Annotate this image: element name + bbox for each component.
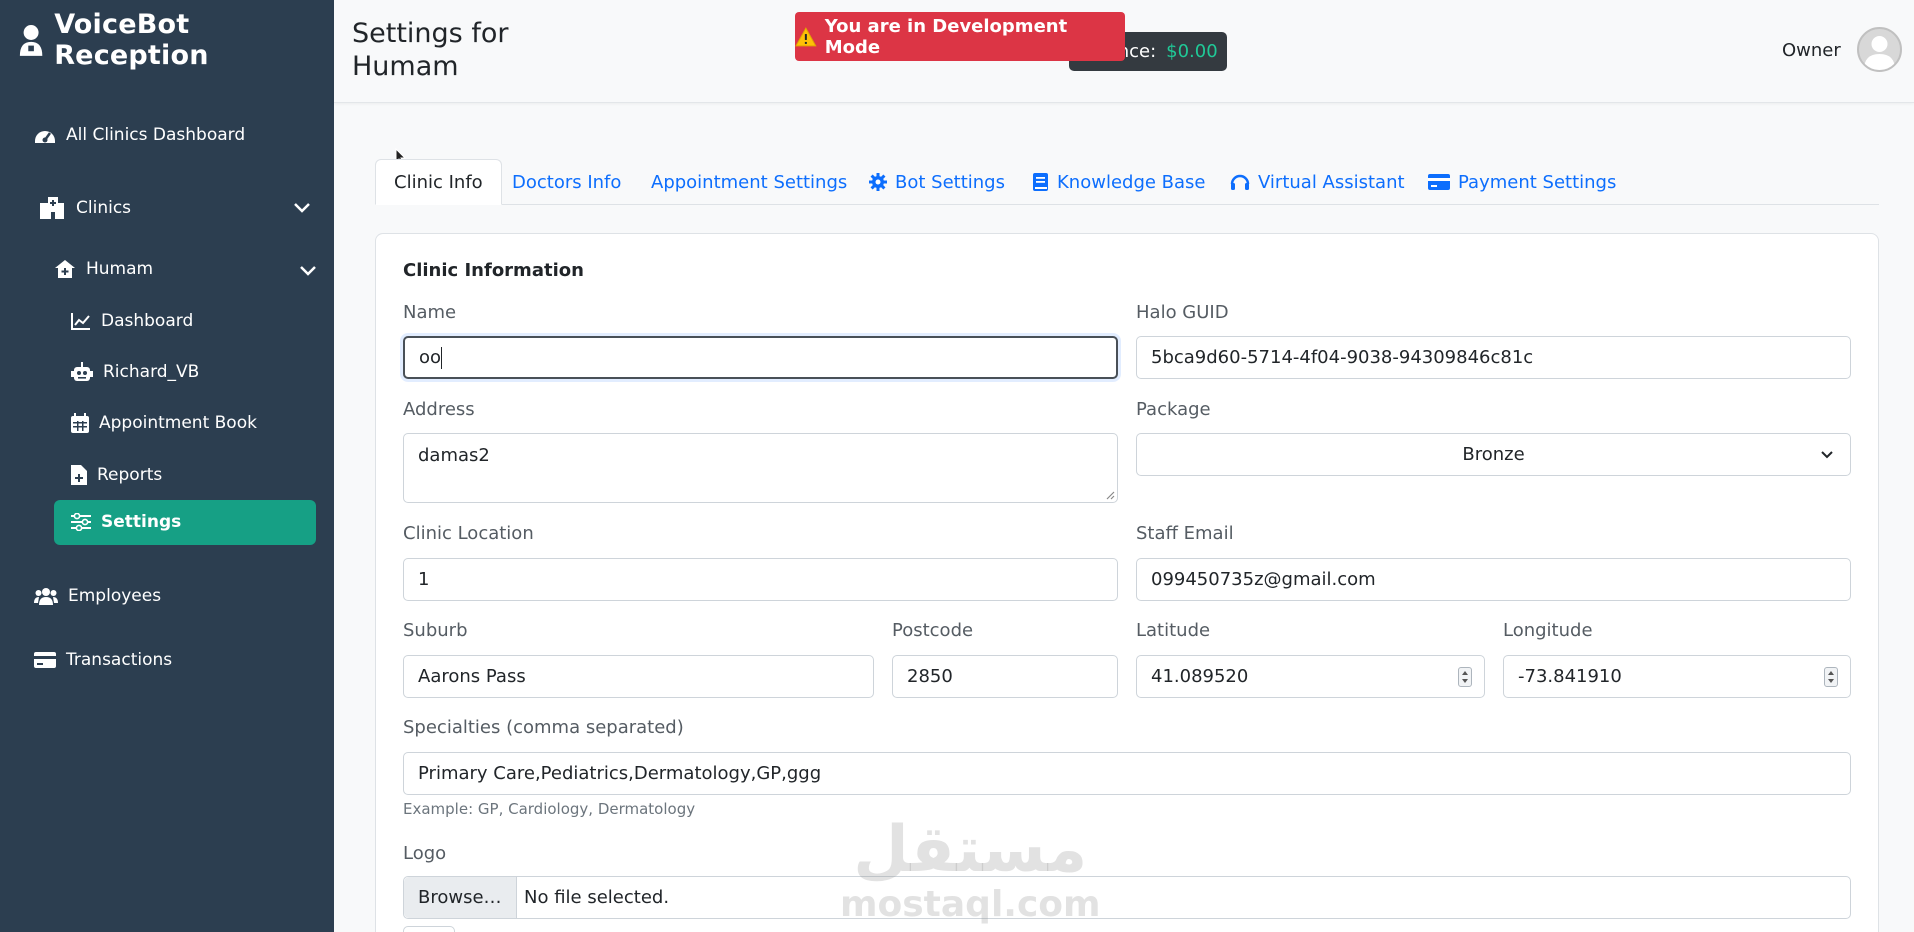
chevron-down-icon (1821, 451, 1833, 459)
latitude-spinner[interactable] (1458, 667, 1472, 687)
tab-clinic-info[interactable]: Clinic Info (375, 159, 502, 205)
latitude-label: Latitude (1136, 620, 1211, 641)
user-role[interactable]: Owner (1782, 40, 1841, 61)
watermark-latin: mostaql.com (840, 884, 1101, 925)
credit-card-icon (34, 652, 56, 668)
section-title: Clinic Information (403, 260, 584, 281)
brand-name: VoiceBot Reception (54, 9, 209, 71)
hospital-icon (40, 197, 64, 219)
name-label: Name (403, 302, 457, 323)
tab-virtual-assistant[interactable]: Virtual Assistant (1230, 159, 1405, 205)
partial-element (403, 926, 455, 932)
sidebar-item-settings[interactable]: Settings (71, 512, 181, 532)
tab-appointment-settings[interactable]: Appointment Settings (651, 159, 847, 205)
specialties-hint: Example: GP, Cardiology, Dermatology (403, 800, 696, 818)
longitude-spinner[interactable] (1824, 667, 1838, 687)
sidebar-item-transactions[interactable]: Transactions (34, 650, 172, 670)
logo-label: Logo (403, 843, 447, 864)
sidebar-item-appointment-book[interactable]: Appointment Book (71, 413, 257, 433)
package-select[interactable]: Bronze (1136, 433, 1851, 476)
address-label: Address (403, 399, 475, 420)
users-icon (34, 588, 58, 605)
avatar[interactable] (1857, 27, 1902, 72)
clinic-location-label: Clinic Location (403, 523, 534, 544)
sidebar: VoiceBot Reception All Clinics Dashboard… (0, 0, 334, 932)
chart-line-icon (71, 313, 90, 330)
brand[interactable]: VoiceBot Reception (18, 9, 334, 71)
suburb-input[interactable]: Aarons Pass (403, 655, 874, 698)
postcode-label: Postcode (892, 620, 974, 641)
sliders-icon (71, 513, 91, 531)
sidebar-item-dashboard[interactable]: Dashboard (71, 311, 193, 331)
book-icon (1033, 173, 1048, 191)
postcode-input[interactable]: 2850 (892, 655, 1118, 698)
gear-icon (869, 173, 887, 191)
halo-guid-label: Halo GUID (1136, 302, 1229, 323)
halo-guid-input[interactable]: 5bca9d60-5714-4f04-9038-94309846c81c (1136, 336, 1851, 379)
sidebar-item-clinics[interactable]: Clinics (40, 197, 131, 219)
tab-knowledge-base[interactable]: Knowledge Base (1033, 159, 1206, 205)
balance-value: $0.00 (1166, 41, 1218, 62)
warning-icon (795, 26, 817, 46)
sidebar-item-humam[interactable]: Humam (54, 259, 153, 279)
chevron-down-icon[interactable] (293, 202, 311, 214)
logo-file-input[interactable]: Browse… No file selected. (403, 876, 1851, 919)
calendar-icon (71, 413, 89, 433)
tab-payment-settings[interactable]: Payment Settings (1428, 159, 1616, 205)
tab-doctors-info[interactable]: Doctors Info (512, 159, 621, 205)
receptionist-icon (19, 25, 43, 56)
latitude-input[interactable]: 41.089520 (1136, 655, 1485, 698)
address-textarea[interactable]: damas2 (403, 433, 1118, 503)
credit-card-icon (1428, 174, 1450, 190)
suburb-label: Suburb (403, 620, 468, 641)
sidebar-item-employees[interactable]: Employees (34, 586, 161, 606)
settings-tabs: Clinic Info Doctors Info Appointment Set… (375, 159, 1879, 205)
longitude-input[interactable]: -73.841910 (1503, 655, 1851, 698)
house-medical-icon (55, 260, 75, 278)
headset-icon (1230, 174, 1250, 190)
gauge-icon (35, 131, 55, 143)
user-avatar-icon (1864, 36, 1895, 70)
robot-icon (71, 362, 93, 381)
browse-button[interactable]: Browse… (404, 877, 517, 918)
longitude-label: Longitude (1503, 620, 1593, 641)
text-caret (441, 346, 443, 369)
staff-email-input[interactable]: 099450735z@gmail.com (1136, 558, 1851, 601)
chevron-down-icon[interactable] (299, 265, 317, 277)
staff-email-label: Staff Email (1136, 523, 1234, 544)
no-file-text: No file selected. (524, 887, 670, 908)
clinic-location-input[interactable]: 1 (403, 558, 1118, 601)
package-label: Package (1136, 399, 1211, 420)
sidebar-item-all-clinics[interactable]: All Clinics Dashboard (34, 125, 245, 145)
dev-mode-text: You are in Development Mode (824, 15, 1068, 58)
sidebar-item-richard-vb[interactable]: Richard_VB (71, 362, 199, 382)
file-medical-icon (71, 465, 87, 485)
specialties-label: Specialties (comma separated) (403, 717, 684, 738)
specialties-input[interactable]: Primary Care,Pediatrics,Dermatology,GP,g… (403, 752, 1851, 795)
tab-bot-settings[interactable]: Bot Settings (869, 159, 1005, 205)
page-title: Settings for Humam (352, 18, 509, 82)
sidebar-item-reports[interactable]: Reports (71, 465, 162, 485)
dev-mode-banner: You are in Development Mode (795, 12, 1125, 61)
resize-handle-icon[interactable] (1105, 490, 1115, 500)
watermark-arabic: مستقل (853, 813, 1088, 887)
watermark: مستقل mostaql.com (840, 815, 1101, 925)
name-input[interactable]: oo (403, 336, 1118, 379)
